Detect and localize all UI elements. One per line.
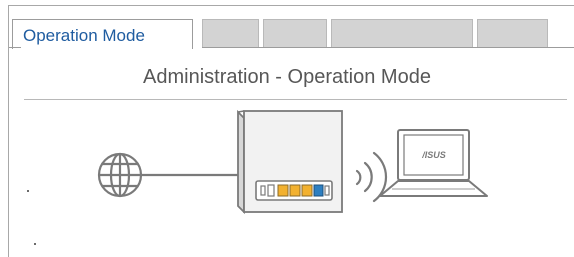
laptop-icon: /ISUS — [379, 129, 488, 197]
laptop-brand-logo: /ISUS — [421, 150, 446, 160]
globe-icon — [97, 152, 143, 198]
operation-mode-diagram: /ISUS — [97, 109, 488, 215]
router-icon — [237, 109, 343, 215]
